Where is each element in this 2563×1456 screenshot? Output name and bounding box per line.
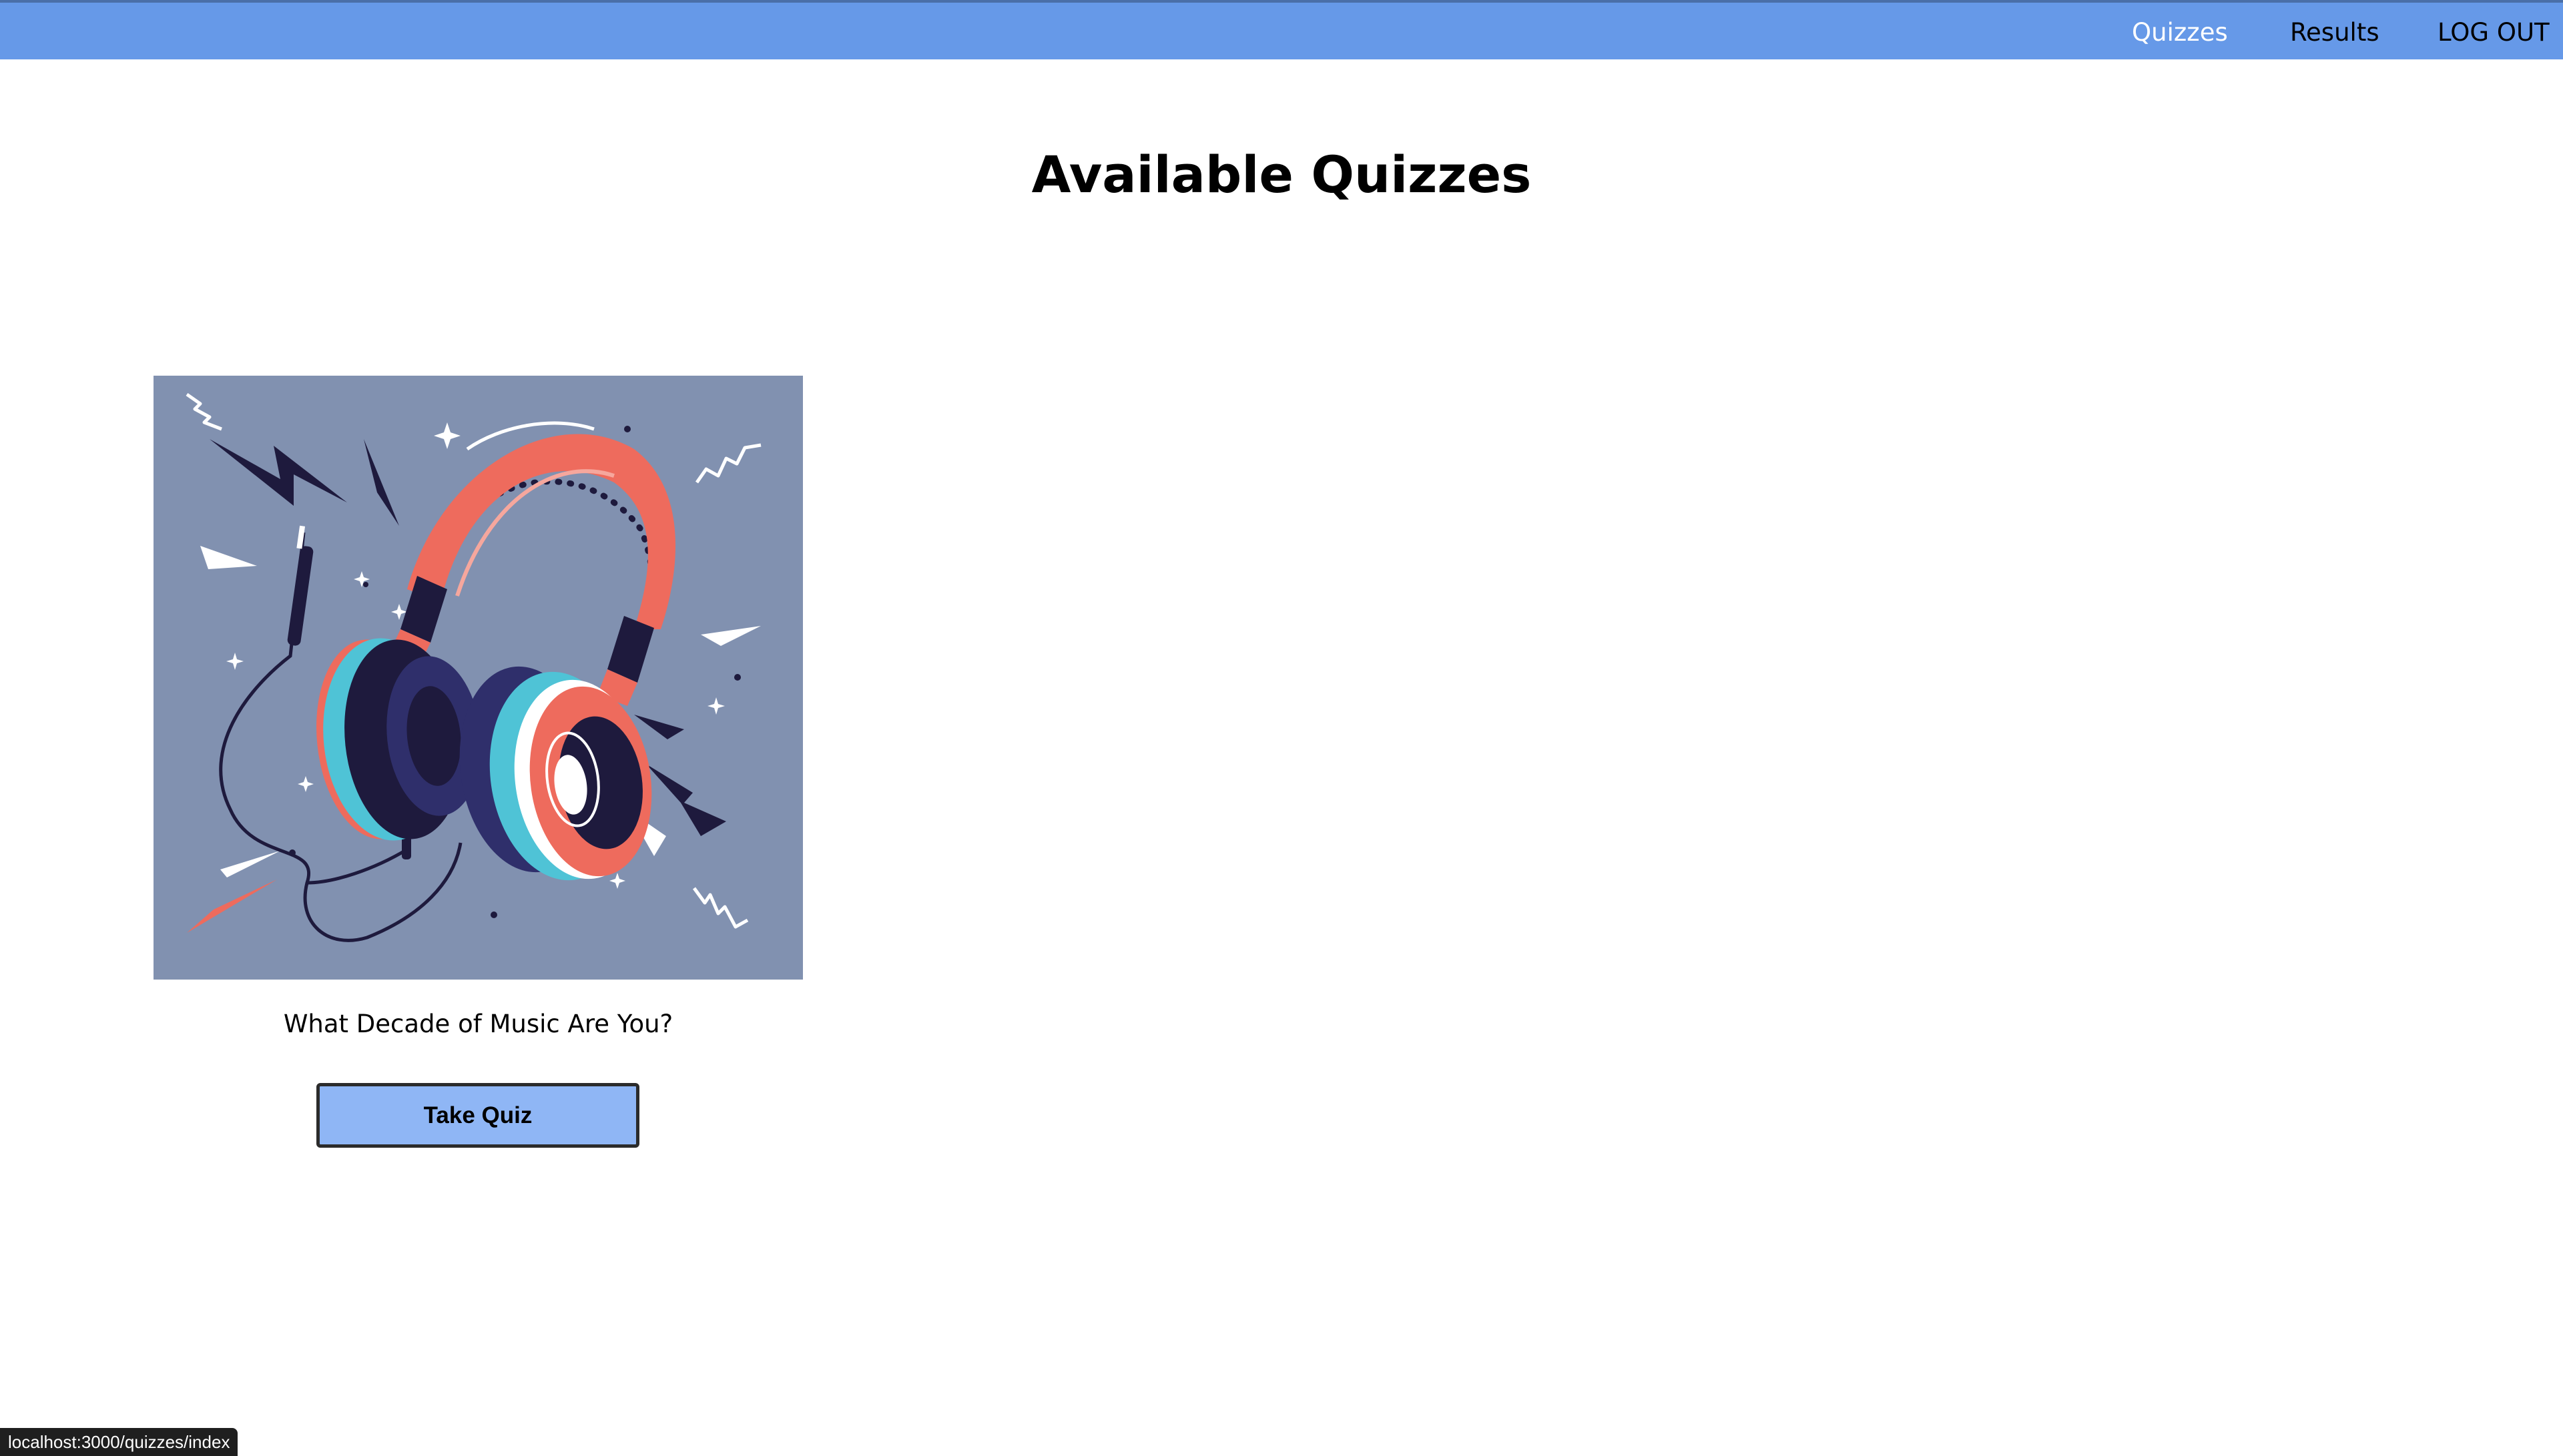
nav-link-results[interactable]: Results xyxy=(2290,16,2379,49)
headphones-illustration-icon xyxy=(154,376,803,980)
nav-link-quizzes[interactable]: Quizzes xyxy=(2132,16,2228,49)
status-bar-url: localhost:3000/quizzes/index xyxy=(0,1428,238,1456)
top-navbar: Quizzes Results LOG OUT xyxy=(0,0,2563,59)
nav-link-logout[interactable]: LOG OUT xyxy=(2438,16,2550,49)
take-quiz-button[interactable]: Take Quiz xyxy=(316,1083,639,1148)
page-title: Available Quizzes xyxy=(1031,145,1532,204)
quiz-title: What Decade of Music Are You? xyxy=(283,1010,673,1038)
